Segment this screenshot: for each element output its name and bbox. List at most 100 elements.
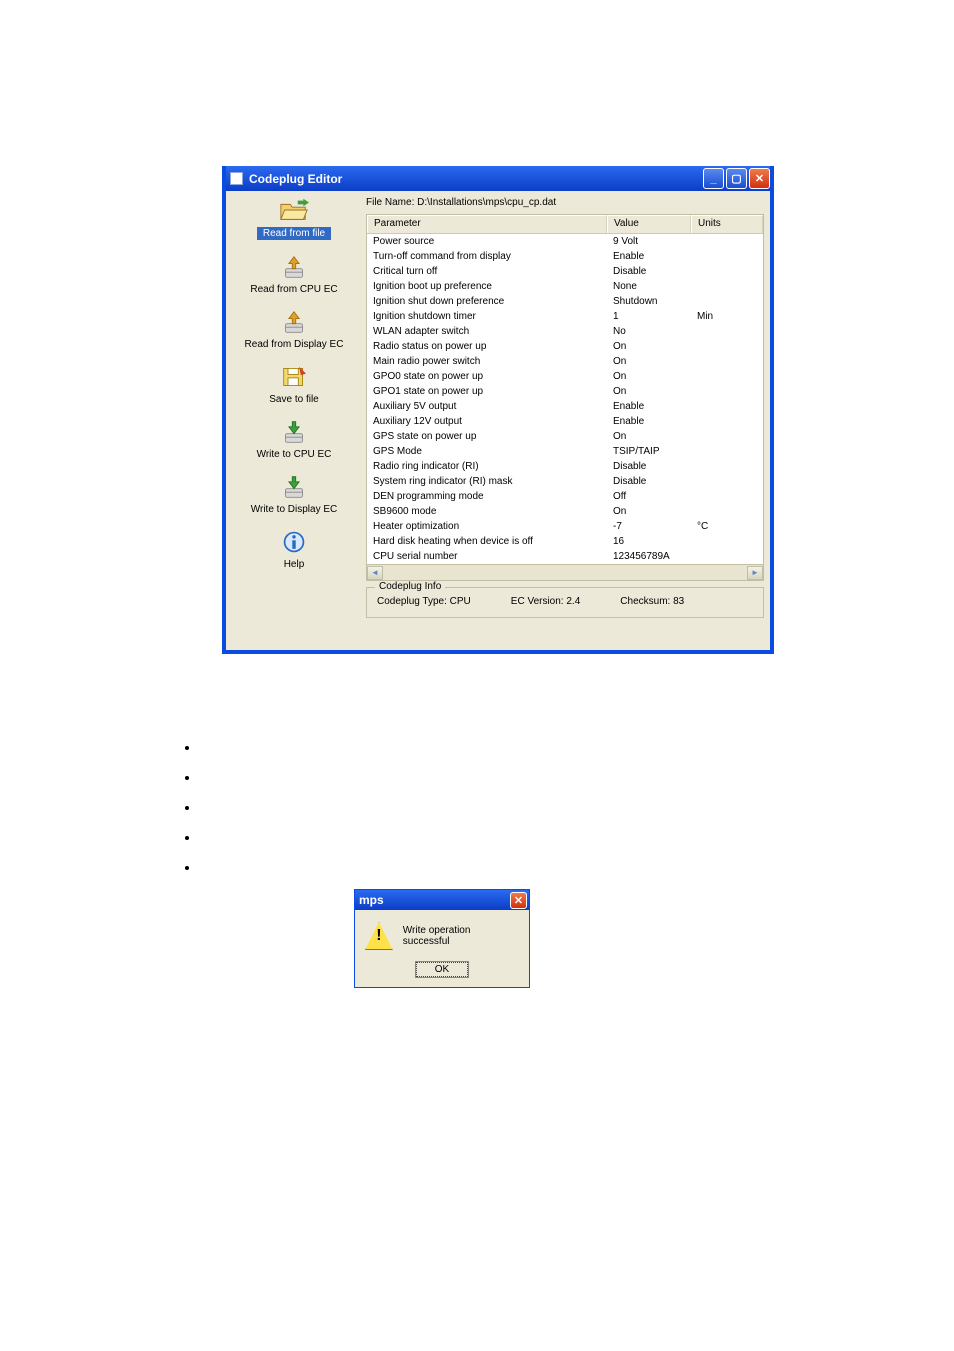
table-row[interactable]: DEN programming modeOff bbox=[367, 489, 763, 504]
cell-value[interactable]: -7 bbox=[607, 519, 691, 534]
cell-param[interactable]: Critical turn off bbox=[367, 264, 607, 279]
ok-button[interactable]: OK bbox=[416, 962, 468, 977]
table-row[interactable]: GPO0 state on power upOn bbox=[367, 369, 763, 384]
cell-units[interactable] bbox=[691, 459, 763, 474]
table-row[interactable]: Auxiliary 12V outputEnable bbox=[367, 414, 763, 429]
cell-value[interactable]: Enable bbox=[607, 249, 691, 264]
cell-value[interactable]: 9 Volt bbox=[607, 234, 691, 249]
cell-param[interactable]: Ignition shutdown timer bbox=[367, 309, 607, 324]
table-row[interactable]: Auxiliary 5V outputEnable bbox=[367, 399, 763, 414]
col-value[interactable]: Value bbox=[607, 215, 691, 233]
cell-units[interactable]: °C bbox=[691, 519, 763, 534]
cell-value[interactable]: TSIP/TAIP bbox=[607, 444, 691, 459]
table-row[interactable]: Ignition shutdown timer1Min bbox=[367, 309, 763, 324]
cell-units[interactable] bbox=[691, 339, 763, 354]
scroll-left-button[interactable]: ◄ bbox=[367, 566, 383, 580]
cell-units[interactable] bbox=[691, 489, 763, 504]
sidebar-item-write-to-display-ec[interactable]: Write to Display EC bbox=[232, 474, 356, 515]
sidebar-item-help[interactable]: Help bbox=[232, 529, 356, 570]
cell-units[interactable] bbox=[691, 414, 763, 429]
cell-value[interactable]: Shutdown bbox=[607, 294, 691, 309]
cell-units[interactable]: Min bbox=[691, 309, 763, 324]
cell-units[interactable] bbox=[691, 234, 763, 249]
cell-units[interactable] bbox=[691, 549, 763, 564]
cell-param[interactable]: CPU serial number bbox=[367, 549, 607, 564]
table-row[interactable]: Power source9 Volt bbox=[367, 234, 763, 249]
cell-param[interactable]: SB9600 mode bbox=[367, 504, 607, 519]
cell-value[interactable]: 16 bbox=[607, 534, 691, 549]
cell-units[interactable] bbox=[691, 444, 763, 459]
cell-value[interactable]: Enable bbox=[607, 414, 691, 429]
table-row[interactable]: Ignition boot up preferenceNone bbox=[367, 279, 763, 294]
cell-param[interactable]: Hard disk heating when device is off bbox=[367, 534, 607, 549]
cell-value[interactable]: On bbox=[607, 339, 691, 354]
cell-param[interactable]: Radio status on power up bbox=[367, 339, 607, 354]
cell-param[interactable]: GPS state on power up bbox=[367, 429, 607, 444]
cell-value[interactable]: On bbox=[607, 429, 691, 444]
parameter-grid[interactable]: Parameter Value Units Power source9 Volt… bbox=[366, 214, 764, 565]
cell-value[interactable]: Enable bbox=[607, 399, 691, 414]
cell-units[interactable] bbox=[691, 369, 763, 384]
table-row[interactable]: Radio ring indicator (RI)Disable bbox=[367, 459, 763, 474]
cell-value[interactable]: Disable bbox=[607, 459, 691, 474]
cell-value[interactable]: No bbox=[607, 324, 691, 339]
cell-value[interactable]: On bbox=[607, 354, 691, 369]
cell-param[interactable]: System ring indicator (RI) mask bbox=[367, 474, 607, 489]
dialog-close-button[interactable]: ✕ bbox=[510, 892, 527, 909]
table-row[interactable]: Radio status on power upOn bbox=[367, 339, 763, 354]
cell-param[interactable]: Ignition shut down preference bbox=[367, 294, 607, 309]
table-row[interactable]: GPS ModeTSIP/TAIP bbox=[367, 444, 763, 459]
cell-param[interactable]: Ignition boot up preference bbox=[367, 279, 607, 294]
cell-value[interactable]: On bbox=[607, 369, 691, 384]
table-row[interactable]: Hard disk heating when device is off16 bbox=[367, 534, 763, 549]
cell-value[interactable]: None bbox=[607, 279, 691, 294]
cell-units[interactable] bbox=[691, 504, 763, 519]
horizontal-scrollbar[interactable]: ◄ ► bbox=[366, 565, 764, 581]
cell-value[interactable]: On bbox=[607, 384, 691, 399]
cell-param[interactable]: DEN programming mode bbox=[367, 489, 607, 504]
table-row[interactable]: CPU serial number123456789A bbox=[367, 549, 763, 564]
cell-param[interactable]: GPS Mode bbox=[367, 444, 607, 459]
sidebar-item-read-from-file[interactable]: Read from file bbox=[232, 197, 356, 240]
cell-param[interactable]: Main radio power switch bbox=[367, 354, 607, 369]
grid-body[interactable]: Power source9 VoltTurn-off command from … bbox=[367, 234, 763, 564]
cell-units[interactable] bbox=[691, 534, 763, 549]
cell-param[interactable]: WLAN adapter switch bbox=[367, 324, 607, 339]
cell-units[interactable] bbox=[691, 474, 763, 489]
cell-units[interactable] bbox=[691, 384, 763, 399]
cell-param[interactable]: GPO0 state on power up bbox=[367, 369, 607, 384]
cell-param[interactable]: Auxiliary 12V output bbox=[367, 414, 607, 429]
cell-value[interactable]: On bbox=[607, 504, 691, 519]
sidebar-item-write-to-cpu-ec[interactable]: Write to CPU EC bbox=[232, 419, 356, 460]
cell-value[interactable]: Disable bbox=[607, 264, 691, 279]
cell-units[interactable] bbox=[691, 354, 763, 369]
table-row[interactable]: GPS state on power upOn bbox=[367, 429, 763, 444]
cell-param[interactable]: GPO1 state on power up bbox=[367, 384, 607, 399]
cell-value[interactable]: Disable bbox=[607, 474, 691, 489]
cell-units[interactable] bbox=[691, 264, 763, 279]
table-row[interactable]: WLAN adapter switchNo bbox=[367, 324, 763, 339]
cell-units[interactable] bbox=[691, 294, 763, 309]
table-row[interactable]: Critical turn offDisable bbox=[367, 264, 763, 279]
titlebar[interactable]: Codeplug Editor _ ▢ ✕ bbox=[226, 166, 770, 191]
table-row[interactable]: Main radio power switchOn bbox=[367, 354, 763, 369]
cell-param[interactable]: Radio ring indicator (RI) bbox=[367, 459, 607, 474]
cell-param[interactable]: Auxiliary 5V output bbox=[367, 399, 607, 414]
cell-units[interactable] bbox=[691, 399, 763, 414]
cell-units[interactable] bbox=[691, 279, 763, 294]
scroll-right-button[interactable]: ► bbox=[747, 566, 763, 580]
table-row[interactable]: Heater optimization-7°C bbox=[367, 519, 763, 534]
cell-value[interactable]: Off bbox=[607, 489, 691, 504]
col-units[interactable]: Units bbox=[691, 215, 763, 233]
table-row[interactable]: System ring indicator (RI) maskDisable bbox=[367, 474, 763, 489]
cell-param[interactable]: Turn-off command from display bbox=[367, 249, 607, 264]
dialog-titlebar[interactable]: mps ✕ bbox=[355, 890, 529, 910]
table-row[interactable]: SB9600 modeOn bbox=[367, 504, 763, 519]
cell-param[interactable]: Power source bbox=[367, 234, 607, 249]
close-button[interactable]: ✕ bbox=[749, 168, 770, 189]
cell-value[interactable]: 1 bbox=[607, 309, 691, 324]
sidebar-item-read-from-display-ec[interactable]: Read from Display EC bbox=[232, 309, 356, 350]
minimize-button[interactable]: _ bbox=[703, 168, 724, 189]
table-row[interactable]: GPO1 state on power upOn bbox=[367, 384, 763, 399]
cell-units[interactable] bbox=[691, 429, 763, 444]
